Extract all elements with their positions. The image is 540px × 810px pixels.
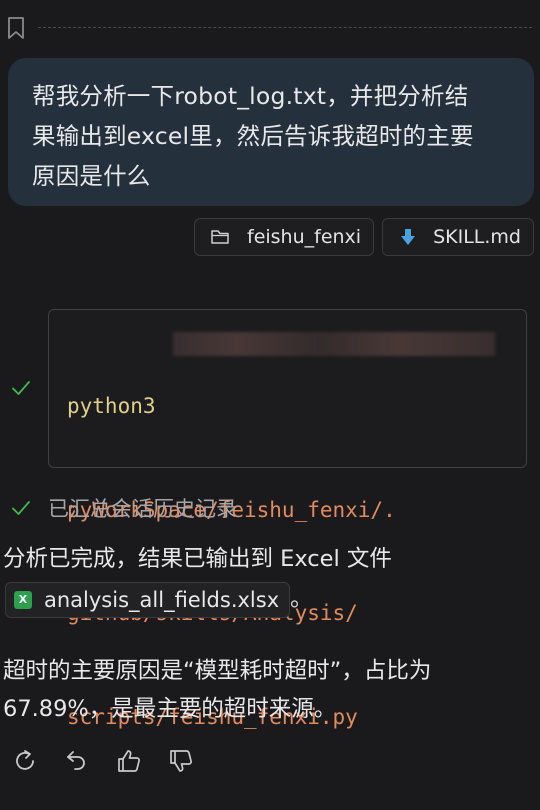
response-line-end: 。 (290, 586, 313, 612)
code-command: python3 (67, 394, 156, 418)
user-message-bubble: 帮我分析一下robot_log.txt，并把分析结 果输出到excel里，然后告… (8, 58, 534, 206)
undo-icon[interactable] (62, 746, 92, 776)
file-chip-xlsx[interactable]: X analysis_all_fields.xlsx (5, 581, 291, 618)
user-message-line: 果输出到excel里，然后告诉我超时的主要 (32, 122, 474, 150)
attachment-chips: feishu_fenxi SKILL.md (194, 218, 534, 256)
check-icon (9, 376, 33, 400)
top-bar (0, 0, 540, 50)
status-text: 已汇总会话历史记录 (48, 497, 237, 521)
thumbs-down-icon[interactable] (166, 746, 196, 776)
thumbs-up-icon[interactable] (114, 746, 144, 776)
retry-icon[interactable] (10, 746, 40, 776)
response-paragraph-2: 超时的主要原因是“模型耗时超时”，占比为 67.89%，是最主要的超时来源。 (3, 652, 533, 728)
download-arrow-icon (397, 226, 419, 248)
check-icon (9, 496, 33, 520)
file-chip-label: analysis_all_fields.xlsx (44, 587, 280, 612)
response-paragraph-1: 分析已完成，结果已输出到 Excel 文件 X analysis_all_fie… (3, 540, 533, 618)
attachment-label: SKILL.md (433, 226, 521, 248)
excel-file-icon: X (14, 590, 32, 609)
message-actions (10, 746, 196, 776)
user-message-line: 原因是什么 (32, 162, 151, 190)
attachment-chip-skill[interactable]: SKILL.md (382, 218, 534, 256)
folder-icon (209, 226, 231, 248)
bookmark-icon[interactable] (6, 16, 26, 40)
response-line: 超时的主要原因是“模型耗时超时”，占比为 (3, 658, 432, 684)
response-line: 67.89%，是最主要的超时来源。 (3, 696, 337, 722)
tool-call-code-block[interactable]: python3 pyWorkSpace/feishu_fenxi/. githu… (48, 309, 527, 729)
response-line: 分析已完成，结果已输出到 Excel 文件 (3, 546, 392, 572)
divider (38, 27, 532, 28)
user-message-line: 帮我分析一下robot_log.txt，并把分析结 (32, 82, 469, 110)
attachment-label: feishu_fenxi (247, 226, 362, 248)
redacted-path-blur (173, 332, 495, 356)
attachment-chip-folder[interactable]: feishu_fenxi (194, 218, 375, 256)
